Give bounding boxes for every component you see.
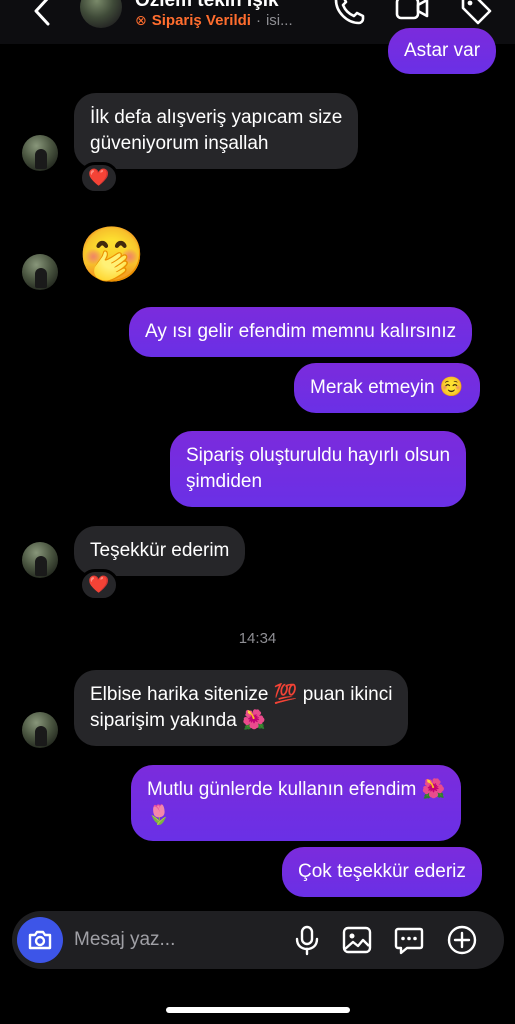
heart-reaction[interactable]: ❤️ bbox=[79, 162, 119, 194]
message-text: Ay ısı gelir efendim memnu kalırsınız bbox=[145, 321, 457, 342]
emoji-message[interactable]: 🤭 bbox=[78, 223, 145, 287]
message-thread: Astar var İlk defa alışveriş yapıcam siz… bbox=[0, 28, 515, 910]
message-text: Teşekkür ederim bbox=[90, 540, 230, 561]
outgoing-message[interactable]: Mutlu günlerde kullanın efendim 🌺 🌷 bbox=[131, 765, 462, 841]
microphone-icon bbox=[295, 925, 319, 956]
heart-reaction[interactable]: ❤️ bbox=[79, 569, 119, 601]
order-status[interactable]: ⊗ Sipariş Verildi · isi... bbox=[135, 12, 293, 29]
sender-avatar[interactable] bbox=[22, 254, 58, 290]
sticker-icon bbox=[394, 927, 424, 955]
camera-button[interactable] bbox=[17, 917, 63, 963]
status-separator: · bbox=[255, 12, 261, 29]
chevron-left-icon bbox=[34, 0, 50, 26]
message-text: Merak etmeyin ☺️ bbox=[310, 377, 464, 398]
back-button[interactable] bbox=[28, 0, 56, 32]
message-text-line: şimdiden bbox=[186, 471, 263, 492]
outgoing-message[interactable]: Astar var bbox=[388, 28, 497, 74]
home-indicator[interactable] bbox=[166, 1007, 350, 1013]
gallery-button[interactable] bbox=[341, 924, 373, 956]
incoming-message[interactable]: İlk defa alışveriş yapıcam size güveniyo… bbox=[74, 93, 359, 169]
contact-name[interactable]: Özlem tekin Işık bbox=[135, 0, 279, 12]
message-text: Astar var bbox=[404, 40, 481, 61]
message-text-line: siparişim yakında 🌺 bbox=[90, 710, 266, 731]
sender-avatar[interactable] bbox=[22, 135, 58, 171]
order-status-label: Sipariş Verildi bbox=[151, 12, 251, 29]
incoming-message[interactable]: Elbise harika sitenize 💯 puan ikinci sip… bbox=[74, 670, 409, 746]
contact-avatar[interactable] bbox=[80, 0, 122, 28]
voice-call-button[interactable] bbox=[331, 0, 367, 28]
message-text-line: Sipariş oluşturuldu hayırlı olsun bbox=[186, 445, 451, 466]
message-composer bbox=[12, 911, 504, 969]
message-text-line: 🌷 bbox=[147, 805, 171, 826]
outgoing-message[interactable]: Çok teşekkür ederiz bbox=[282, 847, 482, 897]
message-text-line: Mutlu günlerde kullanın efendim 🌺 bbox=[147, 779, 446, 800]
status-extra: isi... bbox=[265, 12, 293, 29]
sender-avatar[interactable] bbox=[22, 542, 58, 578]
video-call-button[interactable] bbox=[394, 0, 430, 28]
add-button[interactable] bbox=[446, 924, 478, 956]
camera-icon bbox=[28, 930, 52, 950]
voice-message-button[interactable] bbox=[291, 924, 323, 956]
gallery-icon bbox=[342, 926, 372, 954]
tag-icon bbox=[461, 0, 492, 25]
message-text: Çok teşekkür ederiz bbox=[298, 861, 466, 882]
add-icon bbox=[447, 925, 477, 955]
tag-button[interactable] bbox=[458, 0, 494, 28]
sender-avatar[interactable] bbox=[22, 712, 58, 748]
message-text-line: güveniyorum inşallah bbox=[90, 133, 269, 154]
message-text-line: Elbise harika sitenize 💯 puan ikinci bbox=[90, 684, 393, 705]
order-status-icon: ⊗ bbox=[135, 12, 147, 28]
phone-icon bbox=[334, 0, 365, 25]
video-camera-icon bbox=[395, 0, 429, 20]
sticker-button[interactable] bbox=[393, 924, 425, 956]
timestamp: 14:34 bbox=[238, 630, 277, 647]
outgoing-message[interactable]: Sipariş oluşturuldu hayırlı olsun şimdid… bbox=[170, 431, 467, 507]
outgoing-message[interactable]: Ay ısı gelir efendim memnu kalırsınız bbox=[129, 307, 473, 357]
message-text-line: İlk defa alışveriş yapıcam size bbox=[90, 107, 343, 128]
message-input[interactable] bbox=[74, 927, 274, 953]
outgoing-message[interactable]: Merak etmeyin ☺️ bbox=[294, 363, 480, 413]
